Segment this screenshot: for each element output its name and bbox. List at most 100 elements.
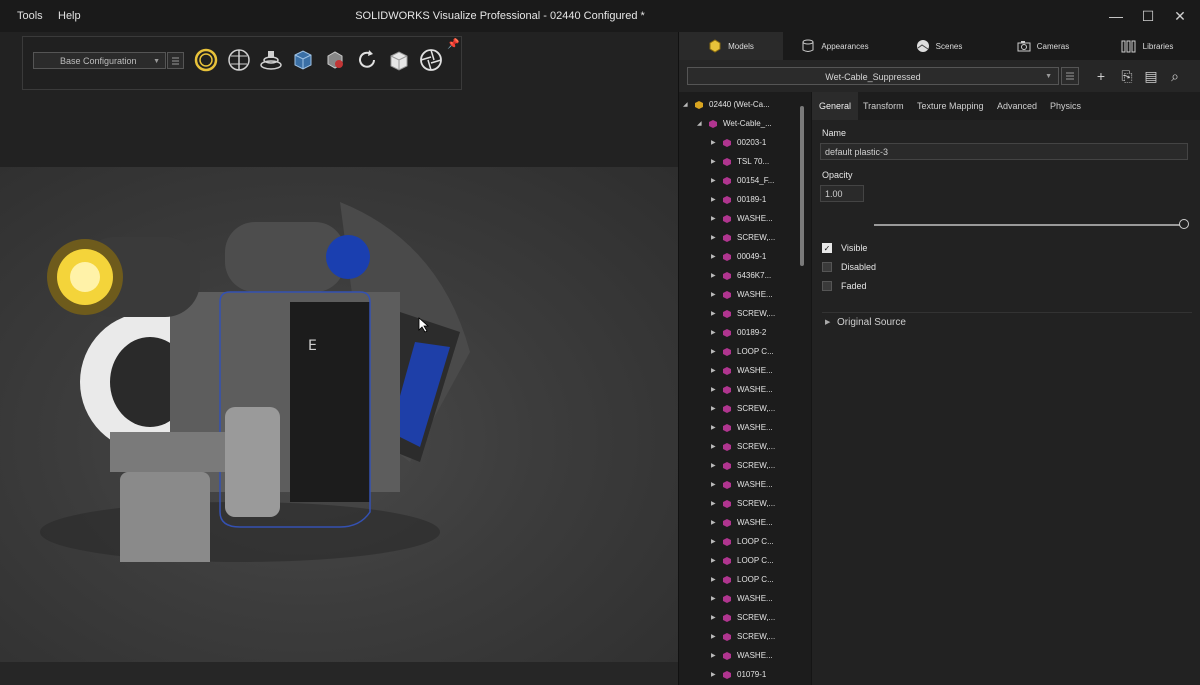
layout-icon[interactable]: ▤ bbox=[1143, 68, 1159, 84]
expand-icon[interactable]: ▶ bbox=[711, 234, 717, 241]
tree-item[interactable]: ▶ 00203-1 bbox=[711, 133, 766, 152]
tree-item[interactable]: ▶ SCREW,... bbox=[711, 228, 775, 247]
expand-icon[interactable]: ▶ bbox=[711, 367, 717, 374]
name-field[interactable]: default plastic-3 bbox=[820, 143, 1188, 160]
expand-icon[interactable]: ▶ bbox=[711, 291, 717, 298]
opacity-slider-handle[interactable] bbox=[1179, 219, 1189, 229]
camera-aperture-icon[interactable] bbox=[418, 47, 444, 73]
tree-item[interactable]: ▶ 00189-1 bbox=[711, 190, 766, 209]
tree-item[interactable]: ▶ WASHE... bbox=[711, 646, 773, 665]
expand-icon[interactable]: ▶ bbox=[711, 652, 717, 659]
tree-item[interactable]: ▶ SCREW,... bbox=[711, 399, 775, 418]
expand-icon[interactable]: ▶ bbox=[711, 500, 717, 507]
configuration-list-button[interactable] bbox=[167, 52, 184, 69]
tree-item[interactable]: ▶ SCREW,... bbox=[711, 608, 775, 627]
tree-item[interactable]: ▶ 00154_F... bbox=[711, 171, 774, 190]
expand-icon[interactable]: ▶ bbox=[711, 538, 717, 545]
disabled-checkbox[interactable] bbox=[822, 262, 832, 272]
expand-icon[interactable]: ▶ bbox=[711, 158, 717, 165]
model-list-button[interactable] bbox=[1061, 67, 1079, 85]
tree-item[interactable]: ▶ WASHE... bbox=[711, 361, 773, 380]
expand-icon[interactable]: ▶ bbox=[711, 196, 717, 203]
expand-icon[interactable]: ▶ bbox=[711, 329, 717, 336]
expand-icon[interactable]: ▶ bbox=[711, 576, 717, 583]
tree-item[interactable]: ▶ WASHE... bbox=[711, 209, 773, 228]
pin-icon[interactable]: 📌 bbox=[447, 39, 459, 50]
expand-icon[interactable]: ▶ bbox=[711, 443, 717, 450]
refresh-icon[interactable] bbox=[354, 47, 380, 73]
expand-icon[interactable]: ◢ bbox=[683, 101, 689, 108]
expand-icon[interactable]: ▶ bbox=[711, 310, 717, 317]
tree-item[interactable]: ▶ LOOP C... bbox=[711, 342, 774, 361]
tree-item[interactable]: ▶ 00189-2 bbox=[711, 323, 766, 342]
tree-item[interactable]: ▶ WASHE... bbox=[711, 475, 773, 494]
close-button[interactable]: ✕ bbox=[1168, 6, 1192, 26]
tree-item[interactable]: ▶ LOOP C... bbox=[711, 532, 774, 551]
tree-item[interactable]: ▶ LOOP C... bbox=[711, 551, 774, 570]
maximize-button[interactable]: ☐ bbox=[1136, 6, 1160, 26]
configuration-select[interactable]: Base Configuration ▼ bbox=[33, 52, 166, 69]
expand-icon[interactable]: ▶ bbox=[711, 215, 717, 222]
expand-icon[interactable]: ▶ bbox=[711, 462, 717, 469]
model-select[interactable]: Wet-Cable_Suppressed ▼ bbox=[687, 67, 1059, 85]
search-icon[interactable]: ⌕ bbox=[1167, 68, 1183, 84]
expand-arrow-icon[interactable]: ▶ bbox=[825, 318, 830, 326]
tree-item[interactable]: ▶ SCREW,... bbox=[711, 304, 775, 323]
tree-scrollbar[interactable] bbox=[800, 106, 804, 266]
expand-icon[interactable]: ▶ bbox=[711, 557, 717, 564]
tree-item[interactable]: ▶ SCREW,... bbox=[711, 437, 775, 456]
tree-item[interactable]: ▶ WASHE... bbox=[711, 589, 773, 608]
tree-item[interactable]: ▶ WASHE... bbox=[711, 285, 773, 304]
expand-icon[interactable]: ▶ bbox=[711, 424, 717, 431]
expand-icon[interactable]: ▶ bbox=[711, 614, 717, 621]
tree-group[interactable]: ◢ Wet-Cable_... bbox=[697, 114, 772, 133]
add-icon[interactable]: + bbox=[1093, 68, 1109, 84]
ring-icon[interactable] bbox=[193, 47, 219, 73]
original-source-section[interactable]: Original Source bbox=[837, 317, 906, 328]
import-icon[interactable]: ⎘ bbox=[1119, 68, 1135, 84]
turntable-icon[interactable] bbox=[258, 47, 284, 73]
opacity-field[interactable]: 1.00 bbox=[820, 185, 864, 202]
box-icon[interactable] bbox=[386, 47, 412, 73]
tab-scenes[interactable]: Scenes bbox=[887, 32, 991, 60]
tree-root[interactable]: ◢ 02440 (Wet-Ca... bbox=[683, 95, 770, 114]
render-viewport[interactable]: Base Configuration ▼ 📌 E bbox=[0, 32, 678, 685]
tab-cameras[interactable]: Cameras bbox=[991, 32, 1095, 60]
tree-item[interactable]: ▶ SCREW,... bbox=[711, 627, 775, 646]
expand-icon[interactable]: ▶ bbox=[711, 272, 717, 279]
tree-item[interactable]: ▶ TSL 70... bbox=[711, 152, 769, 171]
tab-physics[interactable]: Physics bbox=[1043, 92, 1088, 120]
tab-libraries[interactable]: Libraries bbox=[1095, 32, 1199, 60]
faded-checkbox[interactable] bbox=[822, 281, 832, 291]
tab-appearances[interactable]: Appearances bbox=[783, 32, 887, 60]
tree-item[interactable]: ▶ WASHE... bbox=[711, 418, 773, 437]
tree-item[interactable]: ▶ WASHE... bbox=[711, 380, 773, 399]
tab-advanced[interactable]: Advanced bbox=[990, 92, 1044, 120]
tree-item[interactable]: ▶ SCREW,... bbox=[711, 494, 775, 513]
explode-icon[interactable] bbox=[226, 47, 252, 73]
tab-texture-mapping[interactable]: Texture Mapping bbox=[910, 92, 991, 120]
minimize-button[interactable]: — bbox=[1104, 6, 1128, 26]
expand-icon[interactable]: ▶ bbox=[711, 386, 717, 393]
tree-item[interactable]: ▶ 6436K7... bbox=[711, 266, 771, 285]
expand-icon[interactable]: ◢ bbox=[697, 120, 703, 127]
expand-icon[interactable]: ▶ bbox=[711, 595, 717, 602]
tree-item[interactable]: ▶ WASHE... bbox=[711, 513, 773, 532]
tab-models[interactable]: Models bbox=[679, 32, 783, 60]
expand-icon[interactable]: ▶ bbox=[711, 671, 717, 678]
visible-checkbox[interactable]: ✓ bbox=[822, 243, 832, 253]
tree-item[interactable]: ▶ SCREW,... bbox=[711, 456, 775, 475]
expand-icon[interactable]: ▶ bbox=[711, 177, 717, 184]
tab-transform[interactable]: Transform bbox=[856, 92, 911, 120]
expand-icon[interactable]: ▶ bbox=[711, 633, 717, 640]
expand-icon[interactable]: ▶ bbox=[711, 139, 717, 146]
render-icon[interactable] bbox=[322, 47, 348, 73]
tree-item[interactable]: ▶ 01079-1 bbox=[711, 665, 766, 684]
cube-wireframe-icon[interactable] bbox=[290, 47, 316, 73]
expand-icon[interactable]: ▶ bbox=[711, 519, 717, 526]
expand-icon[interactable]: ▶ bbox=[711, 481, 717, 488]
tree-item[interactable]: ▶ 00049-1 bbox=[711, 247, 766, 266]
tab-general[interactable]: General bbox=[812, 92, 859, 120]
opacity-slider[interactable] bbox=[874, 224, 1184, 226]
expand-icon[interactable]: ▶ bbox=[711, 253, 717, 260]
